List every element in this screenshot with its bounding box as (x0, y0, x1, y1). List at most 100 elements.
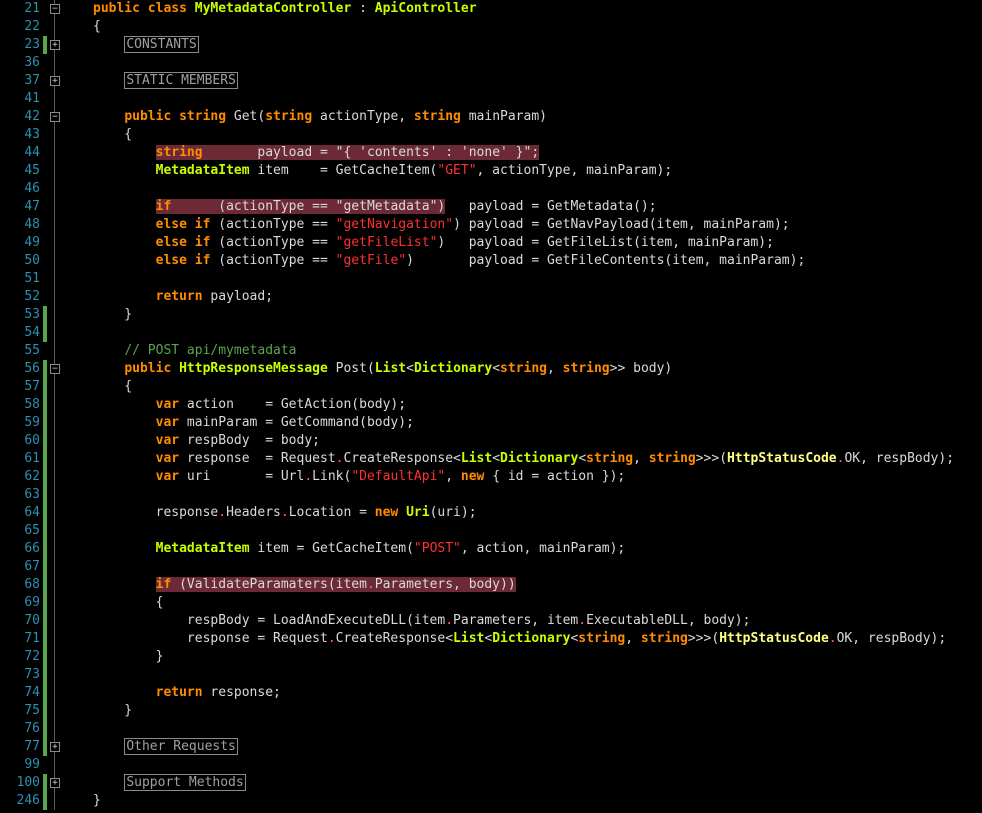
code-line[interactable]: 56− public HttpResponseMessage Post(List… (0, 360, 982, 378)
code-line[interactable]: 52 return payload; (0, 288, 982, 306)
code-line[interactable]: 65 (0, 522, 982, 540)
code-text[interactable]: return payload; (93, 288, 273, 306)
code-line[interactable]: 59 var mainParam = GetCommand(body); (0, 414, 982, 432)
code-line[interactable]: 36 (0, 54, 982, 72)
expand-icon[interactable]: + (50, 778, 60, 788)
code-line[interactable]: 62 var uri = Url.Link("DefaultApi", new … (0, 468, 982, 486)
outline-guide (54, 504, 55, 522)
code-line[interactable]: 55 // POST api/mymetadata (0, 342, 982, 360)
code-text[interactable]: string payload = "{ 'contents' : 'none' … (93, 144, 540, 162)
code-line[interactable]: 48 else if (actionType == "getNavigation… (0, 216, 982, 234)
code-text[interactable]: var mainParam = GetCommand(body); (93, 414, 414, 432)
code-line[interactable]: 21− public class MyMetadataController : A… (0, 0, 982, 18)
code-text[interactable]: var response = Request.CreateResponse<Li… (93, 450, 954, 468)
code-line[interactable]: 70 respBody = LoadAndExecuteDLL(item.Par… (0, 612, 982, 630)
code-line[interactable]: 42− public string Get(string actionType,… (0, 108, 982, 126)
code-text[interactable]: MetadataItem item = GetCacheItem("POST",… (93, 540, 626, 558)
code-text[interactable]: public HttpResponseMessage Post(List<Dic… (93, 360, 672, 378)
code-text[interactable]: respBody = LoadAndExecuteDLL(item.Parame… (93, 612, 751, 630)
code-line[interactable]: 76 (0, 720, 982, 738)
code-text[interactable]: else if (actionType == "getFile") payloa… (93, 252, 806, 270)
code-text[interactable]: var uri = Url.Link("DefaultApi", new { i… (93, 468, 626, 486)
code-text[interactable]: public class MyMetadataController : ApiC… (93, 0, 477, 18)
code-text[interactable]: STATIC MEMBERS (93, 72, 238, 90)
change-marker (43, 450, 47, 468)
code-line[interactable]: 44 string payload = "{ 'contents' : 'non… (0, 144, 982, 162)
code-line[interactable]: 54 (0, 324, 982, 342)
code-text[interactable]: response = Request.CreateResponse<List<D… (93, 630, 946, 648)
code-line[interactable]: 22 { (0, 18, 982, 36)
code-line[interactable]: 45 MetadataItem item = GetCacheItem("GET… (0, 162, 982, 180)
code-text[interactable]: { (93, 126, 132, 144)
code-editor[interactable]: 21− public class MyMetadataController : A… (0, 0, 982, 813)
code-text[interactable]: Other Requests (93, 738, 238, 756)
code-line[interactable]: 67 (0, 558, 982, 576)
code-line[interactable]: 46 (0, 180, 982, 198)
code-text[interactable]: else if (actionType == "getFileList") pa… (93, 234, 774, 252)
collapse-icon[interactable]: − (50, 4, 60, 14)
change-marker (43, 540, 47, 558)
code-text[interactable]: var respBody = body; (93, 432, 320, 450)
code-line[interactable]: 58 var action = GetAction(body); (0, 396, 982, 414)
code-text[interactable]: MetadataItem item = GetCacheItem("GET", … (93, 162, 673, 180)
expand-icon[interactable]: + (50, 76, 60, 86)
code-text[interactable]: else if (actionType == "getNavigation") … (93, 216, 790, 234)
code-text[interactable]: } (93, 306, 132, 324)
outline-guide (54, 468, 55, 486)
code-line[interactable]: 50 else if (actionType == "getFile") pay… (0, 252, 982, 270)
change-marker (43, 558, 47, 576)
outline-guide (54, 630, 55, 648)
code-text[interactable]: var action = GetAction(body); (93, 396, 406, 414)
code-text[interactable]: if (ValidateParamaters(item.Parameters, … (93, 576, 516, 594)
expand-icon[interactable]: + (50, 40, 60, 50)
code-line[interactable]: 47 if (actionType == "getMetadata") payl… (0, 198, 982, 216)
code-text[interactable]: { (93, 18, 101, 36)
code-line[interactable]: 99 (0, 756, 982, 774)
collapse-icon[interactable]: − (50, 112, 60, 122)
line-number: 49 (24, 235, 40, 250)
code-text[interactable]: } (93, 792, 101, 810)
code-line[interactable]: 64 response.Headers.Location = new Uri(u… (0, 504, 982, 522)
code-line[interactable]: 73 (0, 666, 982, 684)
code-text[interactable]: CONSTANTS (93, 36, 199, 54)
code-line[interactable]: 71 response = Request.CreateResponse<Lis… (0, 630, 982, 648)
code-text[interactable]: public string Get(string actionType, str… (93, 108, 547, 126)
code-text[interactable]: { (93, 594, 164, 612)
code-line[interactable]: 60 var respBody = body; (0, 432, 982, 450)
code-line[interactable]: 69 { (0, 594, 982, 612)
code-line[interactable]: 63 (0, 486, 982, 504)
code-line[interactable]: 53 } (0, 306, 982, 324)
code-text[interactable]: } (93, 702, 132, 720)
code-line[interactable]: 49 else if (actionType == "getFileList")… (0, 234, 982, 252)
expand-icon[interactable]: + (50, 742, 60, 752)
code-line[interactable]: 41 (0, 90, 982, 108)
region-static-members[interactable]: STATIC MEMBERS (124, 72, 238, 89)
code-text[interactable]: response.Headers.Location = new Uri(uri)… (93, 504, 477, 522)
code-line[interactable]: 61 var response = Request.CreateResponse… (0, 450, 982, 468)
code-line[interactable]: 74 return response; (0, 684, 982, 702)
code-text[interactable]: Support Methods (93, 774, 246, 792)
collapse-icon[interactable]: − (50, 364, 60, 374)
code-text[interactable]: { (93, 378, 132, 396)
change-marker (43, 378, 47, 396)
code-line[interactable]: 72 } (0, 648, 982, 666)
code-line[interactable]: 43 { (0, 126, 982, 144)
code-text[interactable]: } (93, 648, 164, 666)
code-line[interactable]: 23 + CONSTANTS (0, 36, 982, 54)
code-line[interactable]: 77 + Other Requests (0, 738, 982, 756)
code-line[interactable]: 37 + STATIC MEMBERS (0, 72, 982, 90)
code-line[interactable]: 66 MetadataItem item = GetCacheItem("POS… (0, 540, 982, 558)
code-line[interactable]: 100 + Support Methods (0, 774, 982, 792)
region-constants[interactable]: CONSTANTS (124, 36, 199, 53)
code-line[interactable]: 51 (0, 270, 982, 288)
code-text[interactable]: // POST api/mymetadata (93, 342, 296, 360)
region-other-requests[interactable]: Other Requests (124, 738, 238, 755)
code-text[interactable]: return response; (93, 684, 281, 702)
region-support-methods[interactable]: Support Methods (124, 774, 246, 791)
code-line[interactable]: 68 if (ValidateParamaters(item.Parameter… (0, 576, 982, 594)
code-line[interactable]: 57 { (0, 378, 982, 396)
code-line[interactable]: 75 } (0, 702, 982, 720)
outline-guide (54, 720, 55, 738)
code-line[interactable]: 246} (0, 792, 982, 810)
code-text[interactable]: if (actionType == "getMetadata") payload… (93, 198, 657, 216)
